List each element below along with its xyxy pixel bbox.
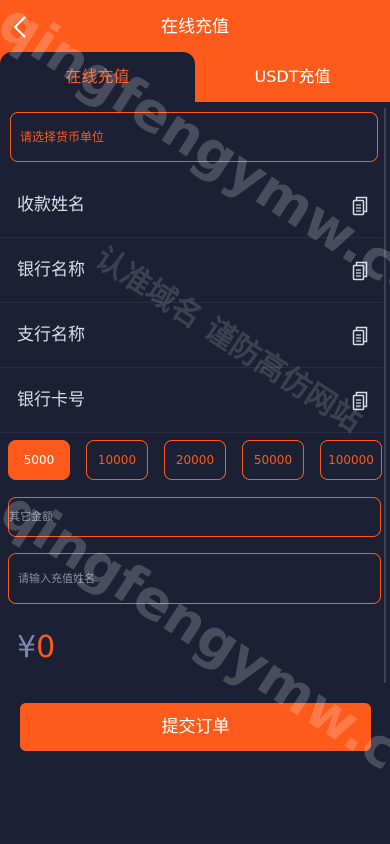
info-row-card-number: 银行卡号 bbox=[0, 368, 382, 433]
copy-icon[interactable] bbox=[352, 261, 368, 281]
info-row-bank-name: 银行名称 bbox=[0, 238, 382, 303]
scrollbar[interactable] bbox=[384, 108, 386, 683]
amount-option-50000[interactable]: 50000 bbox=[242, 440, 304, 480]
info-label: 银行卡号 bbox=[17, 390, 85, 410]
header: 在线充值 在线充值 USDT充值 bbox=[0, 0, 390, 102]
copy-icon[interactable] bbox=[352, 196, 368, 216]
copy-icon[interactable] bbox=[352, 391, 368, 411]
info-row-payee-name: 收款姓名 bbox=[0, 173, 382, 238]
info-label: 收款姓名 bbox=[17, 195, 85, 215]
currency-select[interactable]: 请选择货币单位 bbox=[10, 112, 378, 162]
tab-usdt-recharge[interactable]: USDT充值 bbox=[195, 52, 390, 102]
submit-order-button[interactable]: 提交订单 bbox=[20, 703, 371, 751]
amount-option-100000[interactable]: 100000 bbox=[320, 440, 382, 480]
copy-icon[interactable] bbox=[352, 326, 368, 346]
other-amount-input[interactable]: 其它金额 bbox=[8, 497, 381, 537]
amount-option-20000[interactable]: 20000 bbox=[164, 440, 226, 480]
total-value: 0 bbox=[36, 630, 56, 665]
amount-option-5000[interactable]: 5000 bbox=[8, 440, 70, 480]
info-row-branch-name: 支行名称 bbox=[0, 303, 382, 368]
recharge-name-input[interactable]: 请输入充值姓名 bbox=[8, 553, 381, 604]
amount-option-10000[interactable]: 10000 bbox=[86, 440, 148, 480]
info-label: 支行名称 bbox=[17, 325, 85, 345]
total-amount: ¥0 bbox=[17, 628, 55, 668]
tab-online-recharge[interactable]: 在线充值 bbox=[0, 52, 195, 102]
info-label: 银行名称 bbox=[17, 260, 85, 280]
page-title: 在线充值 bbox=[161, 17, 229, 37]
currency-symbol: ¥ bbox=[17, 630, 37, 665]
